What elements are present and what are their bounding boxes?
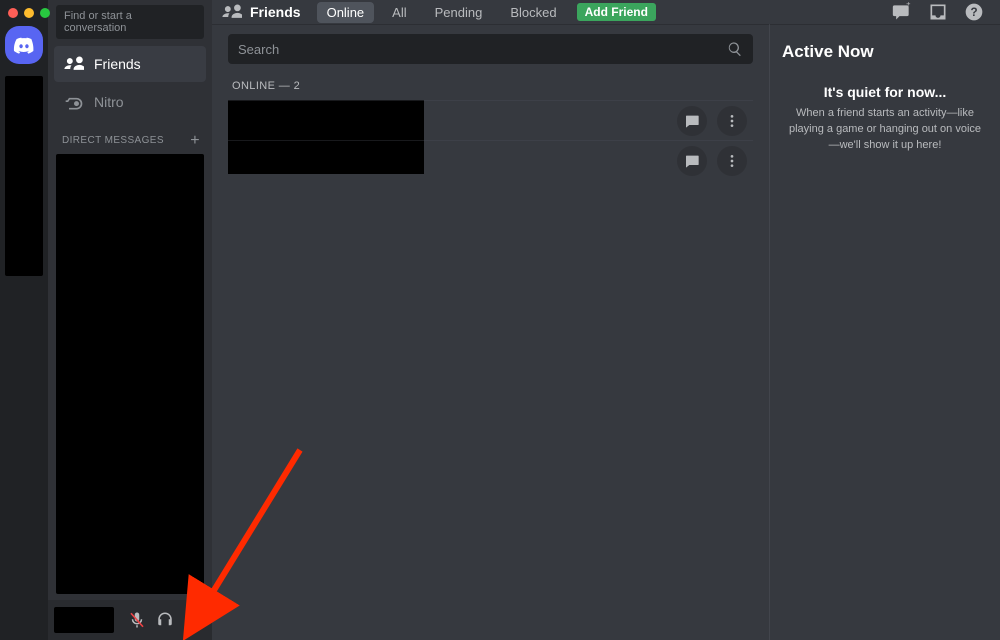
friends-search-input[interactable]: Search: [228, 34, 753, 64]
svg-text:+: +: [906, 2, 911, 8]
window-close[interactable]: [8, 8, 18, 18]
dm-header-label: DIRECT MESSAGES: [62, 135, 164, 146]
window-zoom[interactable]: [40, 8, 50, 18]
inbox-icon[interactable]: [928, 2, 948, 22]
add-friend-button[interactable]: Add Friend: [577, 3, 656, 21]
friend-row[interactable]: [228, 140, 753, 180]
tab-pending[interactable]: Pending: [425, 2, 493, 23]
dm-list-redacted: [56, 154, 204, 594]
message-icon: [684, 113, 700, 129]
dm-header: DIRECT MESSAGES +: [48, 121, 212, 150]
friends-column: Search ONLINE — 2: [212, 24, 770, 640]
find-conversation-input[interactable]: Find or start a conversation: [56, 5, 204, 39]
more-vertical-icon: [724, 113, 740, 129]
main-area: Friends Online All Pending Blocked Add F…: [212, 0, 1000, 640]
tab-online[interactable]: Online: [317, 2, 375, 23]
new-group-dm-icon[interactable]: +: [892, 2, 912, 22]
search-placeholder: Search: [238, 42, 727, 57]
nitro-icon: [64, 92, 84, 112]
sidebar-item-friends[interactable]: Friends: [54, 46, 206, 82]
active-now-empty-sub: When a friend starts an activity—like pl…: [782, 106, 988, 154]
mute-icon[interactable]: [128, 611, 146, 629]
header-bar: Friends Online All Pending Blocked Add F…: [212, 0, 1000, 24]
sidebar-item-nitro[interactable]: Nitro: [54, 84, 206, 120]
server-list-redacted: [5, 76, 43, 276]
sidebar-friends-label: Friends: [94, 56, 141, 72]
dm-sidebar: Find or start a conversation Friends Nit…: [48, 0, 212, 640]
friends-icon: [64, 54, 84, 74]
tab-all[interactable]: All: [382, 2, 416, 23]
header-title: Friends: [250, 4, 301, 20]
search-icon: [727, 41, 743, 57]
more-button[interactable]: [717, 146, 747, 176]
message-button[interactable]: [677, 106, 707, 136]
more-vertical-icon: [724, 153, 740, 169]
svg-text:?: ?: [970, 6, 977, 19]
active-now-title: Active Now: [782, 42, 988, 62]
friend-row[interactable]: [228, 100, 753, 140]
create-dm-button[interactable]: +: [190, 136, 200, 146]
online-section-label: ONLINE — 2: [228, 78, 753, 100]
window-minimize[interactable]: [24, 8, 34, 18]
help-icon[interactable]: ?: [964, 2, 984, 22]
friends-icon: [222, 2, 242, 22]
active-now-empty-title: It's quiet for now...: [782, 84, 988, 100]
user-avatar-redacted[interactable]: [54, 607, 114, 633]
user-panel: [48, 600, 212, 640]
gear-icon[interactable]: [184, 611, 202, 629]
message-button[interactable]: [677, 146, 707, 176]
server-rail: [0, 0, 48, 640]
more-button[interactable]: [717, 106, 747, 136]
deafen-icon[interactable]: [156, 611, 174, 629]
tab-blocked[interactable]: Blocked: [500, 2, 566, 23]
message-icon: [684, 153, 700, 169]
home-button[interactable]: [5, 26, 43, 64]
window-traffic-lights: [0, 2, 50, 26]
discord-logo-icon: [13, 34, 35, 56]
active-now-panel: Active Now It's quiet for now... When a …: [770, 24, 1000, 640]
sidebar-nitro-label: Nitro: [94, 94, 124, 110]
